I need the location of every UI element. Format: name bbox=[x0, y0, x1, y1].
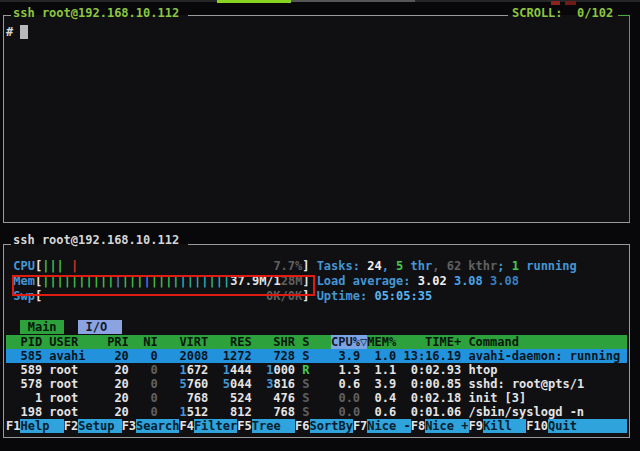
fn-key-f4: F4 bbox=[179, 419, 193, 433]
cpu-meter: CPU[||| | 7.7%] bbox=[6, 259, 310, 273]
pane-border bbox=[3, 15, 4, 223]
fn-key-f8: F8 bbox=[411, 419, 425, 433]
process-row-198[interactable]: 198 root 20 0 1512 812 768 S 0.0 0.6 0:0… bbox=[6, 405, 584, 419]
fn-key-f6: F6 bbox=[295, 419, 309, 433]
pane-title-bottom: ssh root@192.168.10.112 bbox=[13, 233, 179, 247]
process-row-589[interactable]: 589 root 20 0 1672 1444 1000 R 1.3 1.1 0… bbox=[6, 363, 497, 377]
function-key-bar: F1Help F2Setup F3SearchF4FilterF5Tree F6… bbox=[6, 419, 627, 433]
column-headers: PID USER PRI NI VIRT RES SHR S bbox=[6, 335, 331, 349]
pane-border bbox=[3, 437, 630, 438]
meter-bar: | bbox=[49, 259, 56, 273]
process-row-585[interactable]: 585 avahi 20 0 2008 1272 728 S 3.9 1.0 1… bbox=[6, 349, 627, 363]
fn-action-search[interactable]: Search bbox=[136, 419, 179, 433]
process-row-1[interactable]: 1 root 20 0 768 524 476 S 0.0 0.4 0:02.1… bbox=[6, 391, 526, 405]
uptime-stat: Uptime: 05:05:35 bbox=[317, 289, 433, 303]
pane-border bbox=[3, 222, 630, 223]
screen-tabs: Main I/O bbox=[6, 320, 122, 334]
tab-main[interactable]: Main bbox=[20, 320, 63, 334]
load-average-stat: Load average: 3.02 3.08 3.08 bbox=[317, 274, 519, 288]
fn-action-setup[interactable]: Setup bbox=[78, 419, 121, 433]
pane-border-active bbox=[629, 15, 630, 223]
fn-action-tree[interactable]: Tree bbox=[252, 419, 295, 433]
fn-key-f7: F7 bbox=[353, 419, 367, 433]
cpu-meter-label: CPU bbox=[6, 259, 35, 273]
fn-key-f5: F5 bbox=[237, 419, 251, 433]
fn-action-nice[interactable]: Nice - bbox=[367, 419, 410, 433]
fn-key-f9: F9 bbox=[469, 419, 483, 433]
fn-action-quit[interactable]: Quit bbox=[548, 419, 627, 433]
table-header: PID USER PRI NI VIRT RES SHR S CPU%▽MEM%… bbox=[6, 335, 627, 349]
scroll-label: SCROLL: bbox=[512, 6, 563, 20]
mem-annotation-box bbox=[12, 275, 315, 296]
cursor-block bbox=[20, 25, 27, 39]
meter-bar bbox=[64, 259, 71, 273]
fn-action-kill[interactable]: Kill bbox=[483, 419, 526, 433]
pane-border bbox=[188, 244, 630, 245]
pane-border bbox=[629, 244, 630, 438]
fn-action-help[interactable]: Help bbox=[20, 419, 63, 433]
scroll-value: 0/102 bbox=[577, 6, 613, 20]
pane-title-top: ssh root@192.168.10.112 bbox=[13, 6, 179, 20]
meter-bar: | bbox=[57, 259, 64, 273]
fn-key-f3: F3 bbox=[122, 419, 136, 433]
video-progress-buffered bbox=[291, 0, 415, 2]
fn-key-f2: F2 bbox=[64, 419, 78, 433]
fn-action-filter[interactable]: Filter bbox=[194, 419, 237, 433]
tasks-stat: Tasks: 24, 5 thr, 62 kthr; 1 running bbox=[317, 259, 577, 273]
artifact-red-2 bbox=[565, 1, 576, 5]
fn-action-nice[interactable]: Nice + bbox=[425, 419, 468, 433]
pane-border bbox=[188, 15, 508, 16]
cpu-meter-value: 7.7% bbox=[273, 259, 302, 273]
pane-border bbox=[3, 244, 11, 245]
pane-border bbox=[3, 244, 4, 438]
fn-key-f1: F1 bbox=[6, 419, 20, 433]
pane-border bbox=[3, 15, 11, 16]
shell-prompt[interactable]: # bbox=[6, 25, 28, 39]
artifact-red-1 bbox=[551, 1, 560, 5]
process-row-578[interactable]: 578 root 20 0 5760 5044 3816 S 0.6 3.9 0… bbox=[6, 377, 584, 391]
pane-shell[interactable] bbox=[3, 15, 630, 223]
fn-action-sortby[interactable]: SortBy bbox=[310, 419, 353, 433]
fn-key-f10: F10 bbox=[526, 419, 548, 433]
sort-column-header[interactable]: CPU%▽ bbox=[331, 335, 367, 349]
tab-io[interactable]: I/O bbox=[78, 320, 121, 334]
scroll-indicator: SCROLL: 0/102 bbox=[512, 6, 613, 20]
video-progress-played bbox=[217, 0, 291, 3]
